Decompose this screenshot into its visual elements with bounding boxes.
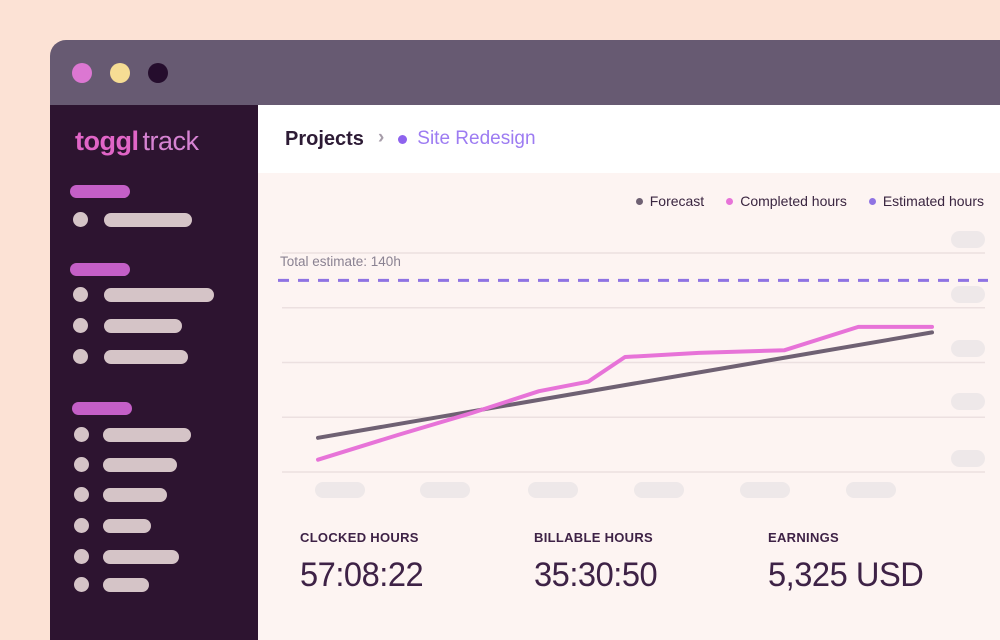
- estimated-hours-dot-icon: [868, 197, 876, 205]
- breadcrumb-projects-link[interactable]: Projects: [285, 128, 364, 151]
- skeleton-bar: [104, 350, 188, 364]
- window-titlebar: [50, 40, 1000, 105]
- stat-value: 57:08:22: [300, 556, 424, 594]
- stat-clocked-hours: CLOCKED HOURS 57:08:22: [300, 530, 534, 595]
- x-axis-skeleton-label: [740, 482, 790, 498]
- y-axis-skeleton-label: [951, 450, 985, 467]
- legend-item-completed-hours[interactable]: Completed hours: [726, 193, 847, 209]
- legend-item-forecast[interactable]: Forecast: [635, 193, 705, 209]
- stat-value: 5,325 USD: [768, 556, 924, 594]
- forecast-dot-icon: [635, 197, 643, 205]
- skeleton-dot: [73, 287, 88, 302]
- skeleton-bar: [103, 578, 149, 592]
- project-stats: CLOCKED HOURS 57:08:22 BILLABLE HOURS 35…: [300, 530, 1000, 595]
- breadcrumb-current-project[interactable]: Site Redesign: [398, 128, 536, 150]
- y-axis-skeleton-label: [951, 340, 985, 357]
- stat-label: BILLABLE HOURS: [534, 530, 654, 545]
- legend-label: Estimated hours: [882, 193, 984, 209]
- y-axis-skeleton-label: [951, 286, 985, 303]
- skeleton-dot: [74, 487, 89, 502]
- window-close-button[interactable]: [72, 62, 92, 83]
- skeleton-dot: [74, 427, 89, 442]
- skeleton-section-label: [70, 185, 130, 198]
- stat-earnings: EARNINGS 5,325 USD: [768, 530, 1000, 595]
- total-estimate-label: Total estimate: 140h: [280, 254, 401, 269]
- stat-label: CLOCKED HOURS: [300, 530, 419, 545]
- skeleton-bar: [103, 488, 167, 502]
- logo-track: track: [142, 126, 199, 156]
- skeleton-bar: [103, 428, 191, 442]
- window-minimize-button[interactable]: [110, 62, 130, 83]
- skeleton-bar: [104, 288, 214, 302]
- sidebar: toggl track: [50, 105, 258, 640]
- skeleton-bar: [104, 319, 182, 333]
- y-axis-skeleton-label: [951, 231, 985, 248]
- skeleton-section-label: [72, 402, 132, 415]
- completed-hours-dot-icon: [726, 197, 734, 205]
- x-axis-skeleton-label: [846, 482, 896, 498]
- stat-value: 35:30:50: [534, 556, 658, 594]
- x-axis-skeleton-label: [315, 482, 365, 498]
- y-axis-skeleton-label: [951, 393, 985, 410]
- skeleton-bar: [103, 550, 179, 564]
- skeleton-dot: [73, 212, 88, 227]
- app-window: toggl track Projects › Site Redesign For…: [50, 40, 1000, 640]
- stat-billable-hours: BILLABLE HOURS 35:30:50: [534, 530, 768, 595]
- skeleton-bar: [103, 458, 177, 472]
- skeleton-dot: [73, 349, 88, 364]
- stat-label: EARNINGS: [768, 530, 840, 545]
- breadcrumb-chevron-icon: ›: [377, 127, 385, 148]
- project-color-dot: [398, 134, 408, 144]
- legend-label: Completed hours: [740, 193, 847, 209]
- legend-item-estimated-hours[interactable]: Estimated hours: [868, 193, 984, 209]
- skeleton-dot: [74, 457, 89, 472]
- breadcrumb-current-label: Site Redesign: [417, 128, 536, 149]
- toggl-track-logo: toggl track: [75, 126, 199, 157]
- skeleton-dot: [74, 549, 89, 564]
- legend-label: Forecast: [649, 193, 705, 209]
- x-axis-skeleton-label: [634, 482, 684, 498]
- skeleton-dot: [74, 518, 89, 533]
- skeleton-section-label: [70, 263, 130, 276]
- x-axis-skeleton-label: [528, 482, 578, 498]
- skeleton-dot: [73, 318, 88, 333]
- skeleton-dot: [74, 577, 89, 592]
- skeleton-bar: [103, 519, 151, 533]
- page-header: Projects › Site Redesign: [258, 105, 1000, 173]
- logo-toggl: toggl: [75, 126, 139, 156]
- x-axis-skeleton-label: [420, 482, 470, 498]
- project-progress-chart: Forecast Completed hours Estimated hours…: [258, 173, 1000, 640]
- chart-legend: Forecast Completed hours Estimated hours: [635, 193, 984, 209]
- window-expand-button[interactable]: [148, 62, 168, 83]
- skeleton-bar: [104, 213, 192, 227]
